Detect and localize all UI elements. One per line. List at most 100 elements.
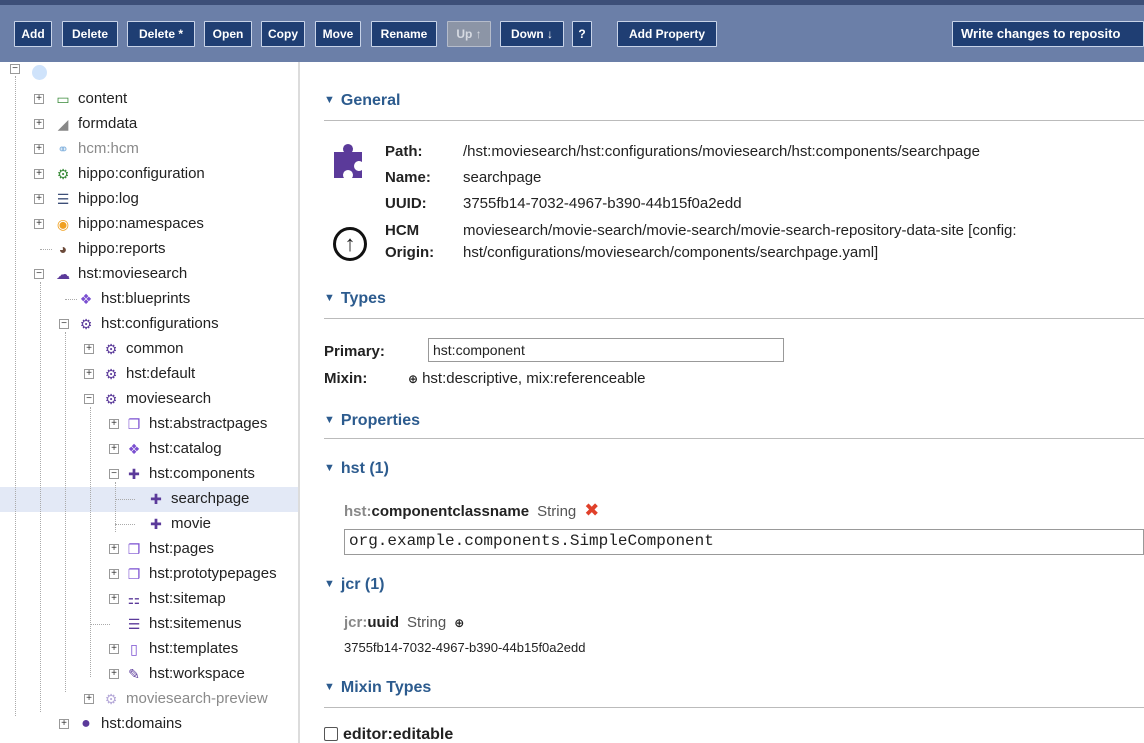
- tree-node-hippo-configuration[interactable]: + ⚙ hippo:configuration: [0, 162, 298, 186]
- expand-toggle[interactable]: +: [109, 419, 119, 429]
- up-button[interactable]: Up ↑: [447, 21, 491, 47]
- tree-node-hst-blueprints[interactable]: ❖ hst:blueprints: [0, 287, 298, 311]
- expand-toggle[interactable]: +: [84, 369, 94, 379]
- collapse-toggle[interactable]: −: [109, 469, 119, 479]
- section-divider: [324, 438, 1144, 439]
- puzzle-icon: ✚: [128, 466, 140, 482]
- add-button[interactable]: Add: [14, 21, 52, 47]
- move-button[interactable]: Move: [315, 21, 361, 47]
- pages-icon: ❐: [127, 416, 141, 432]
- name-value: searchpage: [463, 169, 542, 186]
- node-label: searchpage: [171, 490, 250, 507]
- gear-icon: ⚙: [104, 341, 118, 357]
- expand-toggle[interactable]: +: [109, 544, 119, 554]
- rename-button[interactable]: Rename: [371, 21, 437, 47]
- tree-node-content[interactable]: + ▭ content: [0, 87, 298, 111]
- circle-icon: ●: [81, 715, 91, 732]
- collapse-toggle[interactable]: −: [34, 269, 44, 279]
- write-changes-button[interactable]: Write changes to reposito: [952, 21, 1144, 47]
- tree-node-hst-moviesearch[interactable]: − ☁ hst:moviesearch: [0, 262, 298, 286]
- tree-node-moviesearch-preview[interactable]: + ⚙ moviesearch-preview: [0, 687, 298, 711]
- tree-node-hst-workspace[interactable]: + ✎ hst:workspace: [0, 662, 298, 686]
- node-label: moviesearch: [126, 390, 212, 407]
- expand-toggle[interactable]: +: [109, 444, 119, 454]
- delete-recursive-button[interactable]: Delete *: [127, 21, 195, 47]
- sitemap-icon: ⚏: [127, 591, 141, 607]
- tree-node-movie[interactable]: ✚ movie: [0, 512, 298, 536]
- group-title: jcr (1): [340, 576, 385, 593]
- list-icon: ☰: [56, 191, 70, 207]
- componentclassname-value-input[interactable]: org.example.components.SimpleComponent: [344, 529, 1144, 555]
- tree-node-searchpage[interactable]: ✚ searchpage: [0, 487, 298, 511]
- down-button[interactable]: Down ↓: [500, 21, 564, 47]
- section-types-header[interactable]: ▼ Types: [324, 290, 386, 308]
- tree-node-hst-domains[interactable]: + ● hst:domains: [0, 712, 298, 736]
- section-mixin-types-header[interactable]: ▼ Mixin Types: [324, 679, 431, 697]
- group-hst-header[interactable]: ▼ hst (1): [324, 460, 389, 478]
- gears-icon: ⚙: [79, 316, 93, 332]
- expand-toggle[interactable]: +: [34, 144, 44, 154]
- property-namespace: hst:: [344, 503, 372, 520]
- path-value: /hst:moviesearch/hst:configurations/movi…: [463, 143, 980, 160]
- section-properties-header[interactable]: ▼ Properties: [324, 412, 420, 430]
- section-general-header[interactable]: ▼ General: [324, 92, 400, 110]
- section-title: Properties: [340, 412, 421, 429]
- expand-toggle[interactable]: +: [34, 219, 44, 229]
- section-divider: [324, 318, 1144, 319]
- expand-toggle[interactable]: +: [34, 194, 44, 204]
- help-button[interactable]: ?: [572, 21, 592, 47]
- pages-icon: ❐: [127, 566, 141, 582]
- collapse-toggle[interactable]: −: [84, 394, 94, 404]
- tree-node-hippo-reports[interactable]: ◕ hippo:reports: [0, 237, 298, 261]
- tree-node-hst-templates[interactable]: + ▯ hst:templates: [0, 637, 298, 661]
- primary-type-input[interactable]: hst:component: [428, 338, 784, 362]
- delete-button[interactable]: Delete: [62, 21, 118, 47]
- tree-node-hst-catalog[interactable]: + ❖ hst:catalog: [0, 437, 298, 461]
- open-button[interactable]: Open: [204, 21, 252, 47]
- tree-node-hst-prototypepages[interactable]: + ❐ hst:prototypepages: [0, 562, 298, 586]
- collapse-toggle[interactable]: −: [10, 64, 20, 74]
- delete-property-icon[interactable]: ✖: [584, 500, 599, 520]
- tree-node-hippo-log[interactable]: + ☰ hippo:log: [0, 187, 298, 211]
- expand-toggle[interactable]: +: [84, 344, 94, 354]
- tree-node-common[interactable]: + ⚙ common: [0, 337, 298, 361]
- add-property-button[interactable]: Add Property: [617, 21, 717, 47]
- tree-guide: [40, 249, 52, 250]
- collapse-toggle[interactable]: −: [59, 319, 69, 329]
- tree-node-hst-abstractpages[interactable]: + ❐ hst:abstractpages: [0, 412, 298, 436]
- expand-toggle[interactable]: +: [84, 694, 94, 704]
- tree-node-hst-components[interactable]: − ✚ hst:components: [0, 462, 298, 486]
- tree-node-hcm[interactable]: + ⚭ hcm:hcm: [0, 137, 298, 161]
- node-label: moviesearch-preview: [126, 690, 268, 707]
- tree-node-hst-sitemenus[interactable]: ☰ hst:sitemenus: [0, 612, 298, 636]
- tree-node-hst-sitemap[interactable]: + ⚏ hst:sitemap: [0, 587, 298, 611]
- tree-node-moviesearch[interactable]: − ⚙ moviesearch: [0, 387, 298, 411]
- editor-editable-checkbox[interactable]: [324, 727, 338, 741]
- mixin-value: hst:descriptive, mix:referenceable: [422, 370, 646, 387]
- expand-toggle[interactable]: +: [109, 669, 119, 679]
- expand-toggle[interactable]: +: [109, 644, 119, 654]
- hcm-label: HCM: [385, 222, 420, 239]
- expand-toggle[interactable]: +: [34, 119, 44, 129]
- tree-node-hippo-namespaces[interactable]: + ◉ hippo:namespaces: [0, 212, 298, 236]
- group-title: hst (1): [340, 460, 389, 477]
- collapse-triangle-icon: ▼: [324, 414, 335, 426]
- tree-node-hst-pages[interactable]: + ❐ hst:pages: [0, 537, 298, 561]
- puzzle-icon: [330, 140, 370, 180]
- expand-toggle[interactable]: +: [109, 569, 119, 579]
- expand-toggle[interactable]: +: [109, 594, 119, 604]
- collapse-triangle-icon: ▼: [324, 292, 335, 304]
- puzzle-icon: ✚: [150, 491, 162, 507]
- tree-node-hst-default[interactable]: + ⚙ hst:default: [0, 362, 298, 386]
- tree-node-formdata[interactable]: + ◢ formdata: [0, 112, 298, 136]
- node-label: hst:catalog: [149, 440, 222, 457]
- expand-toggle[interactable]: +: [34, 169, 44, 179]
- expand-toggle[interactable]: +: [59, 719, 69, 729]
- copy-button[interactable]: Copy: [261, 21, 305, 47]
- property-type: String: [407, 614, 447, 631]
- tree-node-hst-configurations[interactable]: − ⚙ hst:configurations: [0, 312, 298, 336]
- expand-toggle[interactable]: +: [34, 94, 44, 104]
- group-jcr-header[interactable]: ▼ jcr (1): [324, 576, 384, 594]
- origin-label: Origin:: [385, 244, 435, 261]
- dropbox-icon: ❖: [79, 291, 93, 307]
